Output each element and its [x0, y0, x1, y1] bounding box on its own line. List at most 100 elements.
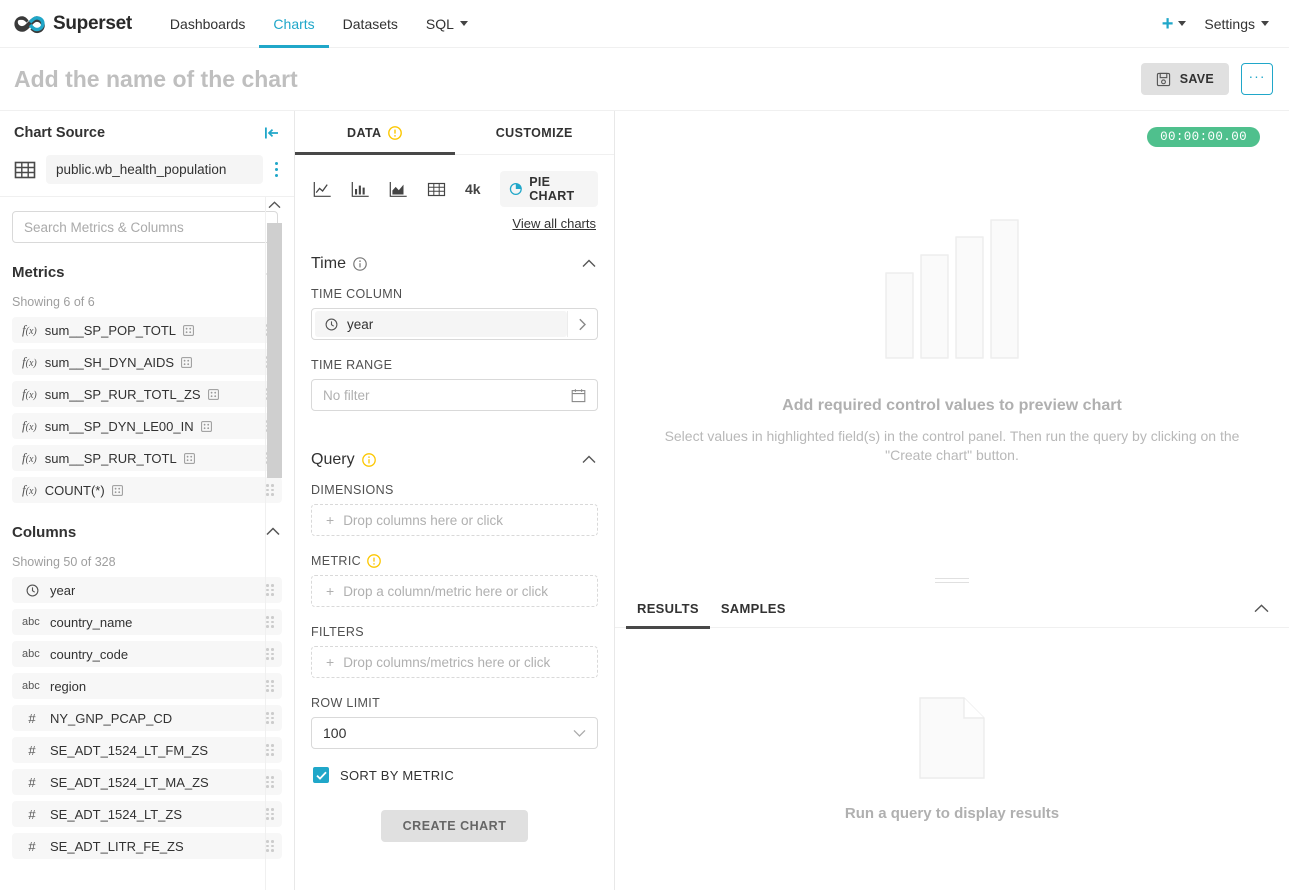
number-type-icon: # — [28, 774, 36, 790]
warning-icon[interactable] — [361, 453, 376, 467]
column-item[interactable]: # SE_ADT_1524_LT_MA_ZS — [12, 769, 282, 795]
metrics-showing-count: Showing 6 of 6 — [12, 295, 95, 309]
number-type-icon: # — [28, 806, 36, 822]
warning-icon[interactable] — [367, 554, 381, 568]
scroll-up-icon[interactable] — [266, 197, 282, 209]
empty-state-title: Add required control values to preview c… — [782, 396, 1122, 414]
tab-data[interactable]: DATA — [295, 111, 455, 155]
collapse-results-icon[interactable] — [1254, 604, 1269, 613]
column-item[interactable]: year — [12, 577, 282, 603]
sort-by-metric-checkbox[interactable] — [313, 767, 329, 783]
chevron-up-icon — [582, 451, 596, 469]
chevron-down-icon — [459, 21, 468, 26]
new-item-button[interactable]: + — [1162, 14, 1187, 34]
area-chart-icon[interactable] — [389, 181, 408, 198]
time-column-pill[interactable]: year — [315, 311, 567, 337]
more-options-button[interactable]: ··· — [1241, 63, 1273, 95]
metric-label: COUNT(*) — [44, 482, 105, 498]
filters-label: FILTERS — [311, 625, 364, 639]
row-limit-select[interactable]: 100 — [311, 717, 598, 749]
metric-item[interactable]: f(x) COUNT(*) — [12, 477, 282, 503]
text-type-icon: abc — [22, 616, 40, 628]
chart-source-title: Chart Source — [14, 125, 106, 141]
current-viz-type[interactable]: PIE CHART — [499, 171, 598, 207]
time-range-control[interactable]: No filter — [311, 379, 598, 411]
columns-section-header[interactable]: Columns — [12, 509, 282, 551]
table-icon[interactable] — [427, 181, 446, 198]
settings-menu[interactable]: Settings — [1204, 16, 1269, 32]
function-icon: f(x) — [22, 322, 37, 337]
chevron-right-icon[interactable] — [567, 311, 597, 337]
metric-item[interactable]: f(x) sum__SP_POP_TOTL — [12, 317, 282, 343]
save-button[interactable]: SAVE — [1140, 63, 1229, 95]
check-icon — [315, 771, 327, 780]
time-column-control[interactable]: year — [311, 308, 598, 340]
metric-item[interactable]: f(x) sum__SP_RUR_TOTL_ZS — [12, 381, 282, 407]
nav-link-sql[interactable]: SQL — [412, 0, 482, 48]
column-item[interactable]: # SE_ADT_1524_LT_ZS — [12, 801, 282, 827]
create-chart-button[interactable]: CREATE CHART — [380, 810, 529, 842]
big-number-icon[interactable]: 4k — [465, 181, 481, 197]
time-column-value: year — [347, 316, 374, 332]
results-empty-state: Run a query to display results — [615, 628, 1289, 890]
nav-link-datasets[interactable]: Datasets — [329, 0, 412, 48]
dataset-panel-title-row: Chart Source — [14, 125, 280, 141]
search-input[interactable] — [12, 211, 278, 243]
metric-item[interactable]: f(x) sum__SP_RUR_TOTL — [12, 445, 282, 471]
metric-item[interactable]: f(x) sum__SP_DYN_LE00_IN — [12, 413, 282, 439]
clock-icon — [325, 318, 338, 330]
filters-dropzone[interactable]: + Drop columns/metrics here or click — [311, 646, 598, 678]
row-limit-value: 100 — [323, 725, 347, 741]
results-pane: RESULTS SAMPLES Run a query to display r… — [615, 590, 1289, 890]
tab-customize[interactable]: CUSTOMIZE — [455, 111, 615, 154]
column-item[interactable]: # SE_ADT_LITR_FE_ZS — [12, 833, 282, 859]
tab-data-label: DATA — [347, 125, 382, 140]
sort-by-metric-row[interactable]: SORT BY METRIC — [313, 767, 598, 783]
column-item[interactable]: # SE_ADT_1524_LT_FM_ZS — [12, 737, 282, 763]
dataset-table-icon — [14, 159, 36, 181]
column-label: SE_ADT_1524_LT_FM_ZS — [50, 742, 208, 758]
dimensions-dropzone[interactable]: + Drop columns here or click — [311, 504, 598, 536]
function-icon: f(x) — [22, 450, 37, 465]
superset-logo[interactable]: Superset — [12, 13, 132, 35]
column-label: NY_GNP_PCAP_CD — [50, 710, 173, 726]
scrollbar-thumb[interactable] — [267, 223, 282, 478]
column-label: SE_ADT_1524_LT_ZS — [50, 806, 182, 822]
query-section-header[interactable]: Query — [311, 429, 598, 483]
bar-chart-icon[interactable] — [351, 181, 370, 198]
create-chart-wrap: CREATE CHART — [311, 783, 598, 862]
time-section-header[interactable]: Time — [311, 233, 598, 287]
collapse-panel-icon[interactable] — [264, 126, 280, 140]
function-icon: f(x) — [22, 418, 37, 433]
view-all-charts[interactable]: View all charts — [311, 213, 598, 233]
dataset-panel-scrollbar[interactable] — [265, 197, 282, 890]
nav-link-charts[interactable]: Charts — [259, 0, 329, 48]
time-column-label: TIME COLUMN — [311, 287, 403, 301]
column-item[interactable]: # NY_GNP_PCAP_CD — [12, 705, 282, 731]
dimensions-field: DIMENSIONS + Drop columns here or click — [311, 483, 598, 536]
metrics-title: Metrics — [12, 263, 65, 281]
column-item[interactable]: abc region — [12, 673, 282, 699]
nav-link-dashboards[interactable]: Dashboards — [156, 0, 260, 48]
info-icon[interactable] — [353, 257, 367, 271]
dataset-menu-icon[interactable] — [273, 158, 281, 182]
metric-item[interactable]: f(x) sum__SH_DYN_AIDS — [12, 349, 282, 375]
viz-type-selector: 4k PIE CHART — [311, 155, 598, 213]
dataset-name[interactable]: public.wb_health_population — [46, 155, 263, 184]
nav-link-label: Dashboards — [169, 15, 246, 32]
certified-icon — [207, 388, 219, 400]
column-item[interactable]: abc country_name — [12, 609, 282, 635]
chart-title-input[interactable]: Add the name of the chart — [14, 66, 298, 93]
settings-label: Settings — [1204, 15, 1255, 32]
pane-resize-handle[interactable] — [935, 578, 969, 586]
tab-results[interactable]: RESULTS — [626, 590, 710, 629]
column-item[interactable]: abc country_code — [12, 641, 282, 667]
number-type-icon: # — [28, 710, 36, 726]
view-all-charts-link[interactable]: View all charts — [512, 216, 596, 231]
line-chart-icon[interactable] — [313, 181, 332, 198]
metrics-section-header[interactable]: Metrics — [12, 249, 282, 291]
metric-dropzone[interactable]: + Drop a column/metric here or click — [311, 575, 598, 607]
warning-icon — [388, 125, 403, 140]
tab-samples[interactable]: SAMPLES — [710, 590, 797, 628]
query-section-title-wrap: Query — [311, 451, 376, 469]
